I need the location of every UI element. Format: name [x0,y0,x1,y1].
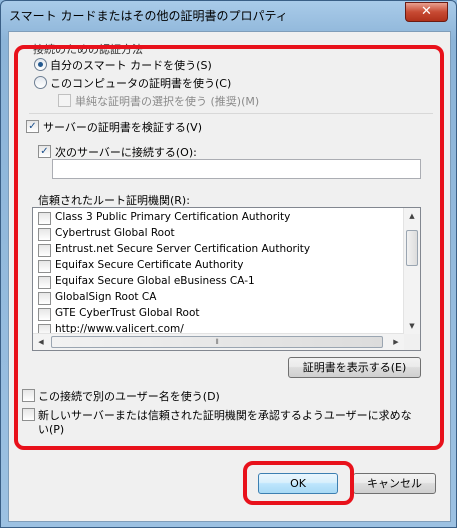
dialog-window: スマート カードまたはその他の証明書のプロパティ ✕ 接続のための認証方法 自分… [0,0,457,528]
ok-highlight-frame [243,461,354,505]
close-button[interactable]: ✕ [405,2,448,22]
cancel-button[interactable]: キャンセル [353,473,436,494]
title-bar[interactable]: スマート カードまたはその他の証明書のプロパティ ✕ [1,1,456,29]
settings-highlight-frame [14,45,444,450]
dialog-client-area: 接続のための認証方法 自分のスマート カードを使う(S) このコンピュータの証明… [8,31,451,522]
window-title: スマート カードまたはその他の証明書のプロパティ [9,9,288,23]
